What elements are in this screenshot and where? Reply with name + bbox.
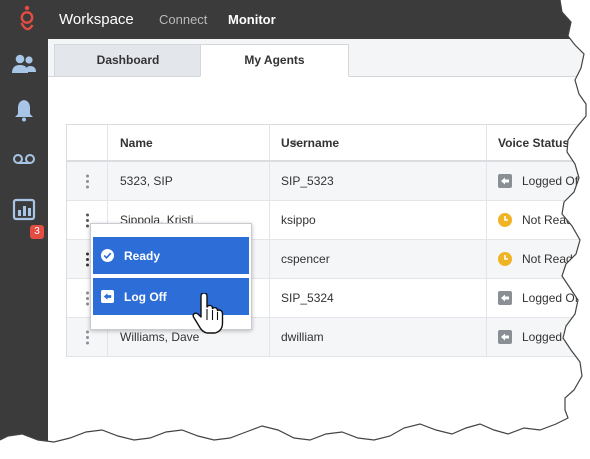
menu-item-ready-label: Ready xyxy=(124,248,161,263)
menu-item-log-off[interactable]: Log Off xyxy=(93,278,249,315)
header-menu-cell xyxy=(67,125,108,160)
kebab-menu-icon[interactable] xyxy=(85,252,89,267)
hand-cursor-icon xyxy=(192,293,224,334)
tab-dashboard[interactable]: Dashboard xyxy=(54,44,202,76)
tab-my-agents[interactable]: My Agents xyxy=(200,44,349,77)
row-menu-cell[interactable] xyxy=(67,162,108,200)
nav-connect[interactable]: Connect xyxy=(159,12,207,27)
top-bar: Workspace Connect Monitor xyxy=(0,0,590,39)
agent-name: 5323, SIP xyxy=(108,162,270,200)
agent-username: SIP_5323 xyxy=(270,162,487,200)
column-header-voice-status[interactable]: Voice Status xyxy=(487,125,590,160)
voice-status-label: Not Ready xyxy=(522,252,579,266)
bell-icon[interactable] xyxy=(11,97,37,123)
reports-icon[interactable] xyxy=(11,196,37,222)
agent-username: cspencer xyxy=(270,240,487,278)
app-title: Workspace xyxy=(59,11,134,28)
voice-status-cell: Logged Off xyxy=(487,279,590,317)
kebab-menu-icon[interactable] xyxy=(85,213,89,228)
voice-status-label: Logged Off xyxy=(522,330,582,344)
column-header-username[interactable]: Username xyxy=(270,125,487,160)
sidebar: 3 xyxy=(0,39,48,459)
column-header-name[interactable]: Name xyxy=(108,125,299,160)
tab-bar: Dashboard My Agents xyxy=(48,39,590,77)
genesys-logo-icon xyxy=(20,5,34,31)
voice-status-label: Logged Off xyxy=(522,174,582,188)
kebab-menu-icon[interactable] xyxy=(85,330,89,345)
voice-status-label: Not Ready xyxy=(522,213,579,227)
column-header-voice-status-label: Voice Status xyxy=(498,135,570,150)
log-off-icon xyxy=(101,290,114,303)
agent-username: ksippo xyxy=(270,201,487,239)
logged-off-icon xyxy=(498,174,512,188)
voice-status-cell: Logged Off xyxy=(487,318,590,356)
not-ready-clock-icon xyxy=(498,213,512,227)
not-ready-clock-icon xyxy=(498,252,512,266)
voice-status-cell: Logged Off xyxy=(487,162,590,200)
agent-username: dwilliam xyxy=(270,318,487,356)
voice-status-label: Logged Off xyxy=(522,291,582,305)
agents-icon[interactable] xyxy=(11,51,37,77)
voice-status-cell: Not Ready xyxy=(487,201,590,239)
menu-item-log-off-label: Log Off xyxy=(124,289,167,304)
logged-off-icon xyxy=(498,330,512,344)
check-circle-icon xyxy=(101,249,114,262)
column-header-username-label: Username xyxy=(281,135,340,150)
kebab-menu-icon[interactable] xyxy=(85,174,89,189)
agent-username: SIP_5324 xyxy=(270,279,487,317)
menu-item-ready[interactable]: Ready xyxy=(93,237,249,274)
table-header-row: Name Username Voice Status xyxy=(67,125,590,162)
logged-off-icon xyxy=(498,291,512,305)
table-row[interactable]: 5323, SIP SIP_5323 Logged Off xyxy=(67,162,590,201)
voicemail-icon[interactable] xyxy=(11,146,37,172)
column-header-name-label: Name xyxy=(120,135,153,150)
agent-context-menu: Ready Log Off xyxy=(90,223,252,330)
reports-badge: 3 xyxy=(30,225,44,239)
voice-status-cell: Not Ready xyxy=(487,240,590,278)
nav-monitor[interactable]: Monitor xyxy=(228,12,276,27)
kebab-menu-icon[interactable] xyxy=(85,291,89,306)
